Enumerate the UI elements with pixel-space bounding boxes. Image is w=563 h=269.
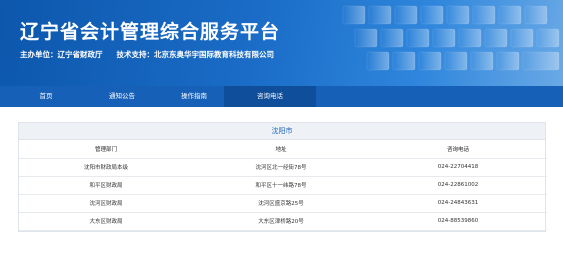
address-cell: 大东区津桥路20号	[193, 212, 369, 231]
department-cell: 沈河区财政局	[19, 194, 193, 213]
phone-cell: 024-22704418	[369, 158, 547, 177]
tech-support-value: 北京东奥华宇国际教育科技有限公司	[154, 50, 274, 59]
phone-cell: 024-24843631	[369, 194, 547, 213]
table-row: 和平区财政局 和平区十一纬路78号 024-22861002	[19, 176, 547, 195]
address-cell: 沈河区北一经街78号	[193, 158, 369, 177]
phone-cell: 024-22861002	[369, 176, 547, 195]
header-banner: 辽宁省会计管理综合服务平台 主办单位：辽宁省财政厅 技术支持：北京东奥华宇国际教育…	[0, 0, 563, 86]
organizer-value: 辽宁省财政厅	[57, 50, 103, 59]
main-nav: 首页 通知公告 操作指南 咨询电话	[0, 86, 563, 107]
nav-item-hotline[interactable]: 咨询电话	[224, 86, 316, 107]
column-header-department: 管理部门	[19, 140, 193, 159]
table-header-row: 管理部门 地址 咨询电话	[19, 140, 547, 159]
contact-panel: 沈阳市 管理部门 地址 咨询电话 沈阳市财政局本级 沈河区北一经街78号 024…	[18, 122, 547, 232]
department-cell: 大东区财政局	[19, 212, 193, 231]
contact-table: 管理部门 地址 咨询电话 沈阳市财政局本级 沈河区北一经街78号 024-227…	[19, 140, 547, 231]
department-cell: 沈阳市财政局本级	[19, 158, 193, 177]
table-row: 沈河区财政局 沈河区盛京路25号 024-24843631	[19, 194, 547, 213]
tech-support-label: 技术支持：	[116, 50, 155, 59]
table-row: 沈阳市财政局本级 沈河区北一经街78号 024-22704418	[19, 158, 547, 177]
department-cell: 和平区财政局	[19, 176, 193, 195]
keyboard-graphic	[342, 5, 560, 71]
site-subtitle: 主办单位：辽宁省财政厅 技术支持：北京东奥华宇国际教育科技有限公司	[20, 49, 274, 60]
table-row: 大东区财政局 大东区津桥路20号 024-88539860	[19, 212, 547, 231]
column-header-address: 地址	[193, 140, 369, 159]
organizer-label: 主办单位：	[20, 50, 58, 59]
address-cell: 沈河区盛京路25号	[193, 194, 369, 213]
column-header-phone: 咨询电话	[369, 140, 547, 159]
city-heading: 沈阳市	[19, 123, 545, 140]
site-title: 辽宁省会计管理综合服务平台	[20, 21, 281, 43]
address-cell: 和平区十一纬路78号	[193, 176, 369, 195]
phone-cell: 024-88539860	[369, 212, 547, 231]
